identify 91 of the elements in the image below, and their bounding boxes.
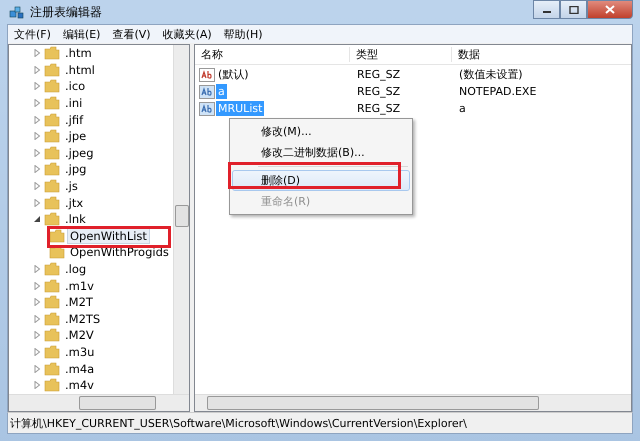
tree-item[interactable]: .js <box>63 179 80 194</box>
table-cell-text: a <box>458 102 467 115</box>
tree-item[interactable]: .jpe <box>63 129 88 144</box>
folder-icon <box>44 112 60 127</box>
folder-icon <box>44 212 60 226</box>
folder-icon <box>44 79 60 94</box>
tree-item[interactable]: .lnk <box>63 212 88 226</box>
context-menu-item[interactable]: 修改(M)... <box>232 121 410 142</box>
tree-item[interactable]: .jpeg <box>63 146 96 160</box>
column-header[interactable]: 名称 <box>195 47 349 62</box>
tree-item[interactable]: .M2T <box>63 295 95 310</box>
tree-item[interactable]: .M2TS <box>63 312 102 326</box>
maximize-button[interactable] <box>560 0 587 19</box>
folder-icon <box>44 129 60 144</box>
tree-item[interactable]: .ico <box>63 79 88 94</box>
folder-icon <box>44 179 60 194</box>
table-cell-text: (数值未设置) <box>458 67 524 82</box>
collapsed-arrow-icon[interactable] <box>33 132 41 140</box>
collapsed-arrow-icon[interactable] <box>33 265 41 274</box>
collapsed-arrow-icon[interactable] <box>33 348 41 356</box>
collapsed-arrow-icon[interactable] <box>33 182 41 190</box>
column-header[interactable]: 数据 <box>451 47 631 62</box>
menu-item[interactable]: 文件(F) <box>8 26 57 42</box>
folder-icon <box>44 96 60 110</box>
collapsed-arrow-icon[interactable] <box>33 364 41 373</box>
tree-item[interactable]: .ini <box>63 96 84 110</box>
tree-item[interactable]: .m1v <box>63 278 96 293</box>
minimize-button[interactable] <box>533 0 560 19</box>
menu-item[interactable]: 帮助(H) <box>218 26 269 42</box>
folder-icon <box>44 295 60 310</box>
status-path: 计算机\HKEY_CURRENT_USER\Software\Microsoft\Windows\CurrentVersion\Explorer\ <box>10 416 467 430</box>
folder-icon <box>44 312 60 326</box>
collapsed-arrow-icon[interactable] <box>33 198 41 207</box>
tree-item[interactable]: .jtx <box>63 196 86 210</box>
collapsed-arrow-icon[interactable] <box>33 165 41 174</box>
column-header[interactable]: 类型 <box>349 47 451 62</box>
collapsed-arrow-icon[interactable] <box>33 116 41 124</box>
close-button[interactable] <box>587 0 633 19</box>
string-value-icon <box>199 68 215 82</box>
collapsed-arrow-icon[interactable] <box>33 381 41 390</box>
context-menu-item[interactable]: 修改二进制数据(B)... <box>232 142 410 163</box>
collapsed-arrow-icon[interactable] <box>33 99 41 108</box>
tree-item[interactable]: .log <box>63 262 88 276</box>
expanded-arrow-icon[interactable] <box>33 215 41 224</box>
collapsed-arrow-icon[interactable] <box>33 298 41 306</box>
horizontal-scrollbar[interactable] <box>195 394 631 411</box>
table-cell-text: REG_SZ <box>356 68 402 81</box>
tree-item[interactable]: .m4a <box>63 362 96 376</box>
menu-item[interactable]: 编辑(E) <box>56 26 106 42</box>
folder-icon <box>49 228 65 243</box>
tree-item[interactable]: .m3u <box>63 344 96 359</box>
tree-item[interactable]: OpenWithList <box>68 228 149 243</box>
collapsed-arrow-icon[interactable] <box>33 66 41 74</box>
folder-icon <box>44 278 60 293</box>
value-name[interactable]: (默认) <box>216 66 251 83</box>
collapsed-arrow-icon[interactable] <box>33 282 41 290</box>
tree-item[interactable]: .htm <box>63 46 94 60</box>
tree-item[interactable]: .jpg <box>63 162 88 176</box>
vertical-scrollbar[interactable] <box>173 45 189 394</box>
folder-icon <box>44 262 60 276</box>
tree-item[interactable]: .jfif <box>63 112 86 127</box>
folder-icon <box>44 378 60 392</box>
folder-icon <box>44 328 60 342</box>
folder-icon <box>44 362 60 376</box>
string-value-icon <box>199 102 215 116</box>
folder-icon <box>44 162 60 176</box>
maximize-icon <box>568 6 578 14</box>
folder-icon <box>44 46 60 60</box>
table-cell-text: REG_SZ <box>356 85 402 98</box>
folder-icon <box>44 344 60 359</box>
collapsed-arrow-icon[interactable] <box>33 49 41 58</box>
collapsed-arrow-icon[interactable] <box>33 314 41 323</box>
menu-item[interactable]: 收藏夹(A) <box>156 26 218 42</box>
window-title: 注册表编辑器 <box>30 4 102 20</box>
collapsed-arrow-icon[interactable] <box>33 82 41 90</box>
close-icon <box>605 5 615 14</box>
folder-icon <box>44 196 60 210</box>
table-cell-text: REG_SZ <box>356 102 402 115</box>
collapsed-arrow-icon[interactable] <box>33 148 41 157</box>
cubes-icon <box>9 4 25 20</box>
string-value-icon <box>199 84 215 98</box>
collapsed-arrow-icon[interactable] <box>33 331 41 340</box>
tree-item[interactable]: .m4v <box>63 378 96 392</box>
tree-item[interactable]: OpenWithProgids <box>68 245 171 260</box>
menu-item[interactable]: 查看(V) <box>106 26 157 42</box>
tree-item[interactable]: .html <box>63 62 97 77</box>
horizontal-scrollbar[interactable] <box>9 394 189 411</box>
table-cell-text: NOTEPAD.EXE <box>458 85 538 98</box>
tree-item[interactable]: .M2V <box>63 328 96 342</box>
folder-icon <box>44 62 60 77</box>
folder-icon <box>44 146 60 160</box>
